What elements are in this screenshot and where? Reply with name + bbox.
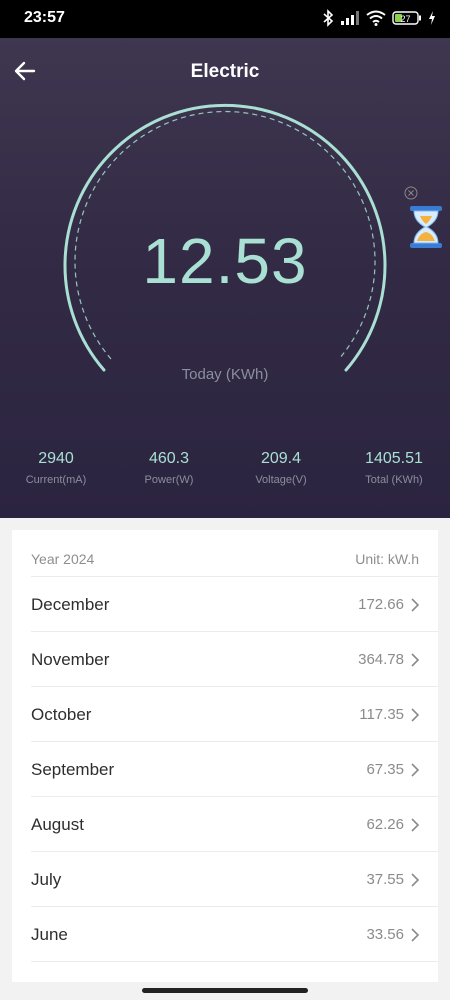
home-indicator[interactable] xyxy=(142,988,308,993)
divider xyxy=(31,906,438,907)
stat-label: Current(mA) xyxy=(25,474,87,486)
month-value: 364.78 xyxy=(358,651,404,668)
month-label: October xyxy=(31,705,92,724)
chevron-right-icon xyxy=(411,873,420,887)
chevron-right-icon xyxy=(411,598,420,612)
divider xyxy=(31,631,438,632)
today-energy-value: 12.53 xyxy=(142,225,308,297)
status-icons: 27 xyxy=(322,9,436,27)
month-row-september[interactable]: September 67.35 xyxy=(12,741,438,796)
unit-label: Unit: kW.h xyxy=(355,551,419,567)
stat-value: 209.4 xyxy=(260,450,302,467)
month-row-june[interactable]: June 33.56 xyxy=(12,906,438,961)
hourglass-icon[interactable] xyxy=(402,205,450,249)
month-value: 172.66 xyxy=(358,596,404,613)
stat-label: Total (KWh) xyxy=(365,474,423,486)
stat-total: 1405.51 Total (KWh) xyxy=(338,450,450,486)
bluetooth-icon xyxy=(323,9,334,27)
month-row-december[interactable]: December 172.66 xyxy=(12,576,438,631)
month-row-august[interactable]: August 62.26 xyxy=(12,796,438,851)
divider xyxy=(31,796,438,797)
divider xyxy=(31,686,438,687)
month-value: 33.56 xyxy=(366,926,404,943)
energy-hero: Electric 12.53 Today (KWh) 2940 Current(… xyxy=(0,38,450,518)
stat-power: 460.3 Power(W) xyxy=(113,450,225,486)
signal-icon xyxy=(341,11,359,25)
stat-label: Power(W) xyxy=(144,474,194,486)
chevron-right-icon xyxy=(411,928,420,942)
divider xyxy=(31,576,438,577)
chevron-right-icon xyxy=(411,708,420,722)
month-label: December xyxy=(31,595,110,614)
history-header: Year 2024 Unit: kW.h xyxy=(12,530,438,576)
chevron-right-icon xyxy=(411,653,420,667)
month-value: 67.35 xyxy=(366,761,404,778)
month-value: 37.55 xyxy=(366,871,404,888)
month-label: August xyxy=(31,815,84,834)
stat-value: 1405.51 xyxy=(365,450,423,467)
month-label: September xyxy=(31,760,115,779)
status-time: 23:57 xyxy=(24,9,65,26)
divider xyxy=(31,851,438,852)
month-row-next xyxy=(12,961,438,982)
month-value: 62.26 xyxy=(366,816,404,833)
status-bar: 23:57 27 xyxy=(0,0,450,38)
divider xyxy=(31,961,438,962)
close-icon[interactable] xyxy=(404,186,418,200)
charging-icon xyxy=(429,11,435,25)
monthly-history-card: Year 2024 Unit: kW.h December 172.66 Nov… xyxy=(12,530,438,982)
stat-voltage: 209.4 Voltage(V) xyxy=(225,450,337,486)
month-label: June xyxy=(31,925,68,944)
stat-value: 2940 xyxy=(38,450,74,467)
month-row-july[interactable]: July 37.55 xyxy=(12,851,438,906)
wifi-icon xyxy=(366,10,386,26)
today-energy-label: Today (KWh) xyxy=(181,366,269,383)
month-value: 117.35 xyxy=(359,706,404,723)
svg-text:27: 27 xyxy=(400,14,410,24)
month-label: November xyxy=(31,650,110,669)
month-row-november[interactable]: November 364.78 xyxy=(12,631,438,686)
chevron-right-icon xyxy=(411,763,420,777)
stat-current: 2940 Current(mA) xyxy=(0,450,112,486)
chevron-right-icon xyxy=(411,818,420,832)
year-label: Year 2024 xyxy=(31,551,95,567)
stat-value: 460.3 xyxy=(148,450,190,467)
month-row-october[interactable]: October 117.35 xyxy=(12,686,438,741)
month-label: July xyxy=(31,870,62,889)
divider xyxy=(31,741,438,742)
battery-icon: 27 xyxy=(392,11,421,25)
stat-label: Voltage(V) xyxy=(255,474,307,486)
